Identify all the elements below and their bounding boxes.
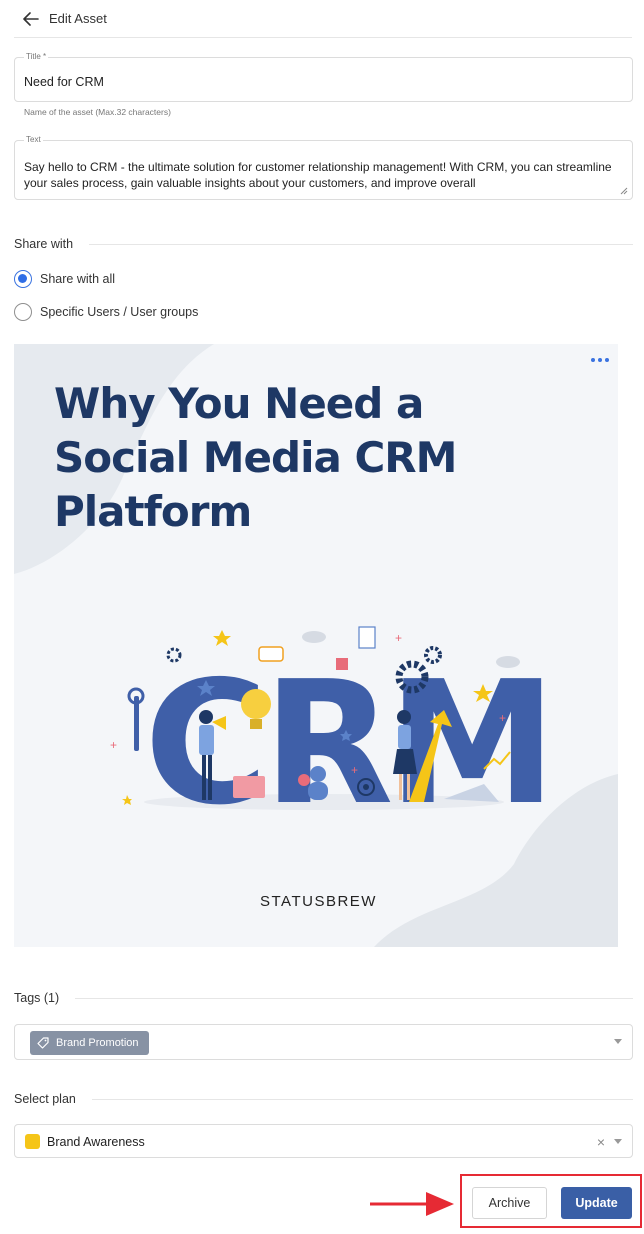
- title-value[interactable]: Need for CRM: [24, 75, 104, 89]
- svg-text:+: +: [499, 711, 506, 725]
- share-section-header: Share with: [14, 237, 633, 251]
- update-button[interactable]: Update: [561, 1187, 632, 1219]
- clear-icon[interactable]: ×: [597, 1134, 605, 1150]
- text-value[interactable]: Say hello to CRM - the ultimate solution…: [24, 159, 620, 193]
- title-label: Title *: [24, 52, 49, 62]
- tag-chip[interactable]: Brand Promotion: [30, 1031, 149, 1055]
- svg-text:+: +: [110, 738, 117, 752]
- text-label: Text: [24, 135, 43, 145]
- plan-section-title: Select plan: [14, 1092, 76, 1106]
- plan-color-swatch: [25, 1134, 40, 1149]
- tag-icon: [37, 1037, 49, 1049]
- radio-unselected[interactable]: [14, 303, 32, 321]
- title-hint: Name of the asset (Max.32 characters): [24, 107, 171, 117]
- divider: [75, 997, 633, 999]
- specific-users-option[interactable]: Specific Users / User groups: [14, 303, 198, 321]
- annotation-arrow: [370, 1192, 454, 1216]
- asset-image: CRM + + + + Why You Need a Social Media …: [14, 344, 618, 947]
- radio-selected[interactable]: [14, 270, 32, 288]
- page-header: Edit Asset: [14, 0, 632, 38]
- more-options-icon[interactable]: [588, 353, 612, 367]
- plan-select[interactable]: Brand Awareness ×: [14, 1124, 633, 1158]
- back-arrow-icon[interactable]: [20, 8, 42, 30]
- tags-select[interactable]: Brand Promotion: [14, 1024, 633, 1060]
- title-input[interactable]: Title * Need for CRM: [14, 52, 633, 102]
- share-section-title: Share with: [14, 237, 74, 251]
- tag-label: Brand Promotion: [56, 1037, 139, 1049]
- page-title: Edit Asset: [49, 11, 107, 26]
- divider: [91, 1098, 633, 1100]
- svg-text:+: +: [395, 631, 402, 645]
- plan-value: Brand Awareness: [47, 1135, 145, 1149]
- share-with-all-option[interactable]: Share with all: [14, 270, 115, 288]
- archive-button[interactable]: Archive: [472, 1187, 547, 1219]
- divider: [89, 243, 633, 245]
- asset-headline: Why You Need a Social Media CRM Platform: [54, 379, 457, 536]
- brand-logo: STATUSBREW: [260, 893, 377, 910]
- text-textarea[interactable]: Text Say hello to CRM - the ultimate sol…: [14, 135, 633, 200]
- svg-text:+: +: [351, 763, 358, 777]
- chevron-down-icon[interactable]: [614, 1139, 622, 1144]
- plan-section-header: Select plan: [14, 1092, 633, 1106]
- tags-section-header: Tags (1): [14, 991, 633, 1005]
- resize-handle-icon[interactable]: [620, 187, 628, 195]
- share-with-all-label: Share with all: [40, 272, 116, 286]
- tags-section-title: Tags (1): [14, 991, 60, 1005]
- specific-users-label: Specific Users / User groups: [40, 305, 199, 319]
- chevron-down-icon[interactable]: [614, 1039, 622, 1044]
